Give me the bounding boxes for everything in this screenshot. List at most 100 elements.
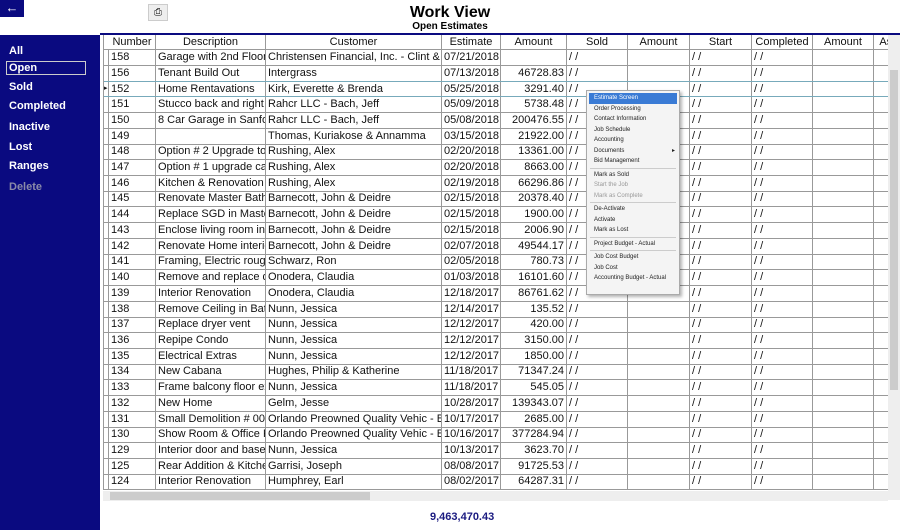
table-row[interactable]: 130 Show Room & Office Re Orlando Preowned… bbox=[104, 427, 888, 444]
menu-item-order-processing[interactable]: Order Processing bbox=[587, 104, 679, 115]
number-cell: 151 bbox=[109, 97, 156, 113]
sidebar-item-delete[interactable]: Delete bbox=[9, 181, 42, 193]
description-cell: Renovate Home interior bbox=[158, 238, 266, 254]
horizontal-scroll-thumb[interactable] bbox=[110, 492, 370, 500]
estimate-amount-cell: 545.05 bbox=[501, 380, 567, 396]
number-cell: 141 bbox=[109, 254, 156, 270]
sidebar: All Open Sold Completed Inactive Lost Ranges De… bbox=[0, 35, 100, 530]
sold-amount-cell bbox=[628, 317, 690, 333]
menu-item-job-cost-budget[interactable]: Job Cost Budget bbox=[587, 252, 679, 263]
table-row[interactable]: 124 Interior Renovation Humphrey, Earl 08/0… bbox=[104, 474, 888, 490]
table-row[interactable]: 158Garage with 2nd Floor GChristensen Fi… bbox=[104, 50, 888, 66]
table-row[interactable]: 132 New Home Gelm, Jesse 10/28/2017 139343.0… bbox=[104, 395, 888, 412]
sidebar-item-completed[interactable]: Completed bbox=[9, 100, 66, 112]
table-row[interactable]: 149 Thomas, Kuriakose & Annamma 03/15/2018… bbox=[104, 128, 888, 145]
menu-item-mark-as-complete[interactable]: Mark as Complete bbox=[587, 191, 679, 202]
table-row[interactable]: 125 Rear Addition & Kitchen Garrisi, Josep… bbox=[104, 458, 888, 475]
menu-item-project-budget-actual[interactable]: Project Budget - Actual bbox=[587, 239, 679, 250]
menu-item-de-activate[interactable]: De-Activate bbox=[587, 204, 679, 215]
sidebar-item-sold[interactable]: Sold bbox=[9, 81, 33, 93]
menu-item-estimate-screen[interactable]: Estimate Screen bbox=[589, 93, 677, 104]
column-header-description[interactable]: Description bbox=[156, 35, 266, 49]
sold-amount-cell bbox=[628, 332, 690, 348]
completed-date-cell: / / bbox=[752, 65, 813, 81]
table-row[interactable]: 129 Interior door and base & Nunn, Jessica… bbox=[104, 443, 888, 459]
sidebar-item-inactive[interactable]: Inactive bbox=[9, 121, 50, 133]
estimate-amount-cell: 71347.24 bbox=[501, 364, 567, 380]
number-cell: 146 bbox=[109, 175, 156, 191]
completed-date-cell: / / bbox=[752, 160, 813, 176]
table-row[interactable]: ▸ 152 Home Rentavations Kirk, Everette & Br… bbox=[104, 81, 888, 98]
menu-item-accounting-budget-actual[interactable]: Accounting Budget - Actual bbox=[587, 273, 679, 284]
table-row[interactable]: 142 Renovate Home interior Barnecott, John… bbox=[104, 238, 888, 255]
table-row[interactable]: 147Option # 1 upgrade cabirRushing, Alex… bbox=[104, 160, 888, 177]
start-date-cell: / / bbox=[690, 270, 752, 286]
menu-item-documents[interactable]: Documents ▸ bbox=[587, 146, 679, 157]
table-row[interactable]: 137 Replace dryer vent Nunn, Jessica 12/12/… bbox=[104, 317, 888, 334]
table-row[interactable]: 150 8 Car Garage in Sanford Rahcr LLC - Ba… bbox=[104, 112, 888, 129]
back-button[interactable]: ← bbox=[0, 0, 24, 17]
table-row[interactable]: 148Option # 2 Upgrade to CaRushing, Alex… bbox=[104, 144, 888, 161]
table-row[interactable]: 145 Renovate Master Bath & Barnecott, John… bbox=[104, 191, 888, 208]
column-header-sold[interactable]: Sold bbox=[567, 35, 628, 49]
menu-item-contact-information[interactable]: Contact Information bbox=[587, 114, 679, 125]
menu-item-mark-as-sold[interactable]: Mark as Sold bbox=[587, 170, 679, 181]
customer-cell: Kirk, Everette & Brenda bbox=[266, 82, 442, 97]
description-cell: Enclose living room into bbox=[158, 222, 266, 238]
sidebar-item-ranges[interactable]: Ranges bbox=[9, 160, 49, 172]
sold-date-cell: / / bbox=[567, 411, 628, 427]
column-header-amount[interactable]: Amount bbox=[813, 35, 874, 49]
table-row[interactable]: 134 New Cabana Hughes, Philip & Katherine 1… bbox=[104, 364, 888, 381]
table-row[interactable]: 141Framing, Electric rough inSchwarz, Ro… bbox=[104, 254, 888, 271]
print-button[interactable]: ⎙ bbox=[148, 4, 168, 21]
column-header-start[interactable]: Start bbox=[690, 35, 752, 49]
menu-item-job-cost[interactable]: Job Cost bbox=[587, 263, 679, 274]
vertical-scroll-thumb[interactable] bbox=[890, 70, 898, 390]
menu-item-mark-as-lost[interactable]: Mark as Lost bbox=[587, 225, 679, 236]
column-header-amount[interactable]: Amount bbox=[628, 35, 690, 49]
column-header-completed[interactable]: Completed bbox=[752, 35, 813, 49]
table-row[interactable]: 133Frame balcony floor exteNunn, Jessica… bbox=[104, 380, 888, 397]
table-row[interactable]: 143 Enclose living room into Barnecott, Jo… bbox=[104, 222, 888, 239]
menu-item-accounting[interactable]: Accounting bbox=[587, 135, 679, 146]
description-cell: New Home bbox=[156, 395, 266, 411]
column-header-estimate[interactable]: Estimate bbox=[442, 35, 501, 49]
sold-amount-cell bbox=[628, 474, 690, 490]
completed-date-cell: / / bbox=[752, 411, 813, 427]
estimate-date-cell: 12/18/2017 bbox=[444, 285, 501, 301]
estimate-date-cell: 08/02/2017 bbox=[444, 474, 501, 490]
customer-cell: Onodera, Claudia bbox=[266, 285, 442, 301]
table-row[interactable]: 138 Remove Ceiling in Bath, Nunn, Jessica 1… bbox=[104, 301, 888, 318]
completed-date-cell: / / bbox=[752, 427, 813, 443]
table-row[interactable]: 156 Tenant Build Out Intergrass 07/13/2018 4… bbox=[104, 65, 888, 82]
description-cell: Small Demolition # 002 bbox=[158, 411, 266, 427]
completed-date-cell: / / bbox=[752, 380, 813, 396]
menu-item-activate[interactable]: Activate bbox=[587, 215, 679, 226]
table-row[interactable]: 131 Small Demolition # 002 Orlando Preowne… bbox=[104, 411, 888, 428]
table-row[interactable]: 135 Electrical Extras Nunn, Jessica 12/12/2… bbox=[104, 348, 888, 365]
completed-date-cell: / / bbox=[752, 285, 813, 301]
completed-date-cell: / / bbox=[752, 50, 813, 65]
description-cell: Garage with 2nd Floor G bbox=[158, 50, 266, 65]
table-row[interactable]: 136 Repipe Condo Nunn, Jessica 12/12/2017 31… bbox=[104, 332, 888, 349]
table-row[interactable]: 151Stucco back and right sicRahcr LLC - … bbox=[104, 97, 888, 114]
column-header-ass[interactable]: Ass bbox=[874, 35, 888, 49]
column-header-number[interactable]: Number bbox=[109, 35, 156, 49]
menu-item-job-schedule[interactable]: Job Schedule bbox=[587, 125, 679, 136]
table-row[interactable]: 140Remove and replace driveOnodera, Clau… bbox=[104, 270, 888, 287]
menu-item-start-the-job[interactable]: Start the Job bbox=[587, 180, 679, 191]
completed-date-cell: / / bbox=[752, 364, 813, 380]
customer-cell: Thomas, Kuriakose & Annamma bbox=[266, 128, 442, 144]
menu-item-bid-management[interactable]: Bid Management bbox=[587, 156, 679, 167]
table-row[interactable]: 144 Replace SGD in Master Barnecott, John … bbox=[104, 207, 888, 224]
sold-amount-cell bbox=[628, 427, 690, 443]
description-cell: New Cabana bbox=[156, 364, 266, 380]
sidebar-item-open[interactable]: Open bbox=[6, 61, 86, 75]
description-cell: Frame balcony floor exte bbox=[158, 380, 266, 396]
sidebar-item-all[interactable]: All bbox=[9, 45, 23, 57]
column-header-amount[interactable]: Amount bbox=[501, 35, 567, 49]
table-row[interactable]: 139 Interior Renovation Onodera, Claudia 12… bbox=[104, 285, 888, 302]
sidebar-item-lost[interactable]: Lost bbox=[9, 141, 32, 153]
table-row[interactable]: 146 Kitchen & Renovation Rushing, Alex 02/1… bbox=[104, 175, 888, 192]
column-header-customer[interactable]: Customer bbox=[266, 35, 442, 49]
